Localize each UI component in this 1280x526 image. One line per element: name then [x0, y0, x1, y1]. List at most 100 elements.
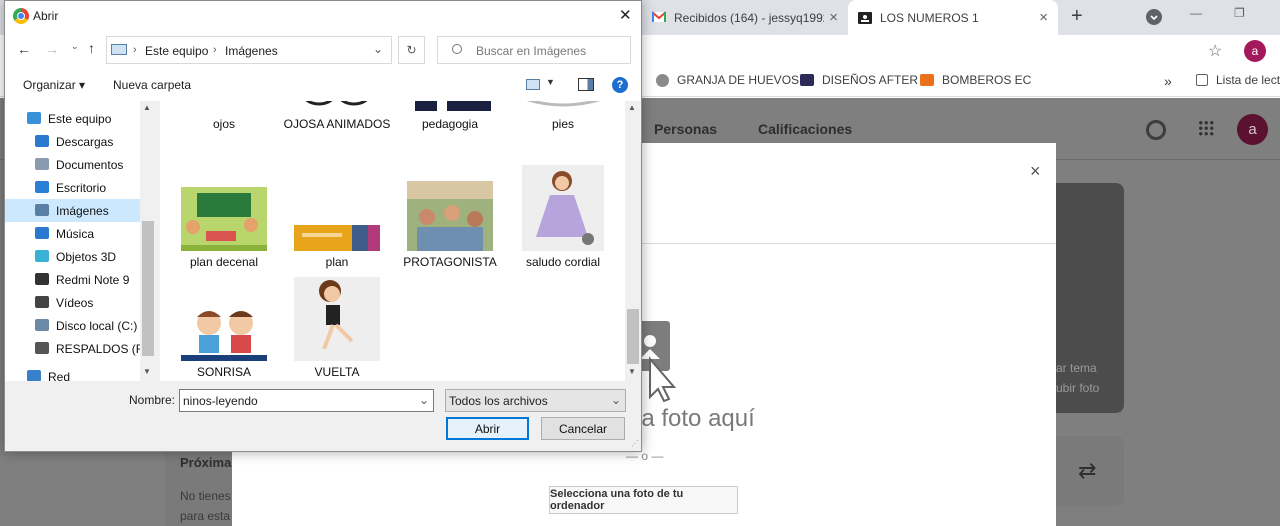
nav-item[interactable]: Redmi Note 9 — [5, 268, 142, 291]
tab-los-numeros[interactable]: LOS NUMEROS 1 × — [848, 0, 1058, 35]
recent-dropdown-icon[interactable]: ⌄ — [71, 41, 79, 52]
close-tab-icon[interactable]: × — [829, 9, 838, 26]
file-item[interactable]: plan — [281, 163, 393, 269]
class-banner: ar tema ubir foto — [1056, 183, 1124, 413]
pictures-folder-icon — [111, 44, 127, 55]
preview-pane-icon[interactable] — [578, 78, 594, 91]
file-item[interactable]: pedagogia — [394, 101, 506, 131]
filename-label: Nombre: — [129, 393, 176, 407]
refresh-icon[interactable]: ↻ — [398, 36, 425, 64]
search-input[interactable]: Buscar en Imágenes — [437, 36, 631, 64]
reading-list-icon — [1196, 74, 1208, 86]
nav-item[interactable]: Objetos 3D — [5, 245, 142, 268]
nav-item[interactable]: RESPALDOS (F:) — [5, 337, 150, 360]
file-thumbnail — [281, 273, 393, 361]
file-item[interactable]: PROTAGONISTA — [394, 163, 506, 269]
nav-item[interactable]: Documentos — [5, 153, 142, 176]
file-item[interactable]: ojos — [168, 101, 280, 131]
breadcrumb-item[interactable]: Imágenes — [225, 44, 278, 58]
file-thumbnail — [168, 163, 280, 251]
swap-icon[interactable]: ⇄ — [1078, 458, 1096, 484]
new-tab-button[interactable]: + — [1071, 5, 1083, 28]
filename-input[interactable]: ninos-leyendo ⌄ — [179, 389, 434, 412]
nav-item[interactable]: Disco local (C:) — [5, 314, 142, 337]
file-item[interactable]: SONRISA — [168, 273, 280, 379]
chevron-down-icon[interactable]: ⌄ — [373, 42, 383, 56]
close-tab-icon[interactable]: × — [1039, 9, 1048, 26]
navigation-pane: Este equipo Descargas Documentos Escritorio… — [5, 101, 155, 381]
forward-arrow-icon[interactable]: → — [45, 41, 59, 57]
tab-calificaciones[interactable]: Calificaciones — [758, 121, 852, 137]
restore-button[interactable]: ❐ — [1234, 6, 1245, 20]
select-theme-link[interactable]: ar tema — [1056, 361, 1097, 375]
filetype-select[interactable]: Todos los archivos ⌄ — [445, 389, 626, 412]
up-arrow-icon[interactable]: ↑ — [88, 40, 95, 56]
breadcrumb-item[interactable]: Este equipo — [145, 44, 208, 58]
avatar[interactable]: a — [1237, 114, 1268, 145]
tab-gmail[interactable]: Recibidos (164) - jessyq1992 × — [642, 0, 848, 35]
file-item[interactable]: plan decenal — [168, 163, 280, 269]
nav-item[interactable]: Este equipo — [5, 107, 142, 130]
reading-list-button[interactable]: Lista de lectura — [1196, 73, 1280, 87]
tab-personas[interactable]: Personas — [654, 121, 717, 137]
nav-item[interactable]: Escritorio — [5, 176, 142, 199]
drive-icon — [35, 319, 49, 331]
file-label: SONRISA — [196, 365, 251, 379]
file-item[interactable]: VUELTA — [281, 273, 393, 379]
file-label: saludo cordial — [525, 255, 601, 269]
chevron-down-icon[interactable]: ⌄ — [611, 393, 621, 407]
bookmark-star-icon[interactable]: ☆ — [1208, 41, 1222, 61]
file-thumbnail — [281, 101, 393, 113]
view-options-icon[interactable] — [526, 79, 540, 90]
bookmark-item[interactable]: BOMBEROS EC — [920, 73, 1031, 87]
network-icon — [27, 370, 41, 381]
upcoming-title: Próxima — [180, 455, 232, 470]
filename-value: ninos-leyendo — [183, 393, 258, 408]
pictures-icon — [35, 204, 49, 216]
chevron-down-icon[interactable]: ⌄ — [419, 393, 429, 407]
nav-item-label: Vídeos — [56, 295, 94, 310]
modal-close-button[interactable]: × — [1030, 161, 1041, 182]
back-arrow-icon[interactable]: ← — [17, 41, 31, 57]
tab-search-icon[interactable] — [1146, 9, 1162, 25]
help-icon[interactable]: ? — [612, 77, 628, 93]
scroll-thumb[interactable] — [627, 309, 639, 364]
navigation-scrollbar[interactable]: ▲ ▼ — [140, 101, 156, 381]
file-item[interactable]: OJOSA ANIMADOS — [281, 101, 393, 131]
bookmark-item[interactable]: DISEÑOS AFTER — [800, 73, 918, 87]
file-thumbnail — [394, 163, 506, 251]
files-scrollbar[interactable]: ▲ ▼ — [625, 101, 641, 381]
open-button[interactable]: Abrir — [446, 417, 529, 440]
bookmarks-overflow-icon[interactable]: » — [1164, 73, 1172, 89]
minimize-button[interactable]: — — [1190, 6, 1202, 20]
nav-item[interactable]: Vídeos — [5, 291, 142, 314]
nav-item-label: Documentos — [56, 157, 124, 172]
organize-button[interactable]: Organizar ▾ — [23, 78, 85, 92]
nav-item-label: Red — [48, 369, 71, 382]
cancel-button[interactable]: Cancelar — [541, 417, 625, 440]
nav-item[interactable]: Descargas — [5, 130, 142, 153]
apps-grid-icon[interactable] — [1198, 120, 1214, 136]
bookmark-label: BOMBEROS EC — [942, 73, 1032, 87]
scroll-thumb[interactable] — [142, 221, 154, 356]
file-item[interactable]: saludo cordial — [507, 163, 619, 269]
file-thumbnail — [507, 101, 619, 113]
upload-photo-link[interactable]: ubir foto — [1056, 381, 1099, 395]
avatar[interactable]: a — [1244, 40, 1266, 62]
resize-grip-icon[interactable]: ⋰ — [631, 439, 639, 448]
file-item[interactable]: pies — [507, 101, 619, 131]
dialog-close-button[interactable]: ✕ — [619, 6, 632, 24]
breadcrumb[interactable]: › Este equipo › Imágenes ⌄ — [106, 36, 392, 64]
nav-item[interactable]: Imágenes — [5, 199, 142, 222]
settings-gear-icon[interactable] — [1146, 120, 1166, 140]
nav-item-label: Este equipo — [48, 111, 112, 126]
view-dropdown-icon[interactable]: ▼ — [546, 77, 555, 87]
nav-item[interactable]: Red — [5, 365, 142, 381]
select-photo-button[interactable]: Selecciona una foto de tu ordenador — [549, 486, 738, 514]
desktop-icon — [35, 181, 49, 193]
new-folder-button[interactable]: Nueva carpeta — [113, 78, 191, 92]
nav-item-label: Redmi Note 9 — [56, 272, 130, 287]
open-file-dialog: Abrir ✕ ← → ⌄ ↑ › Este equipo › Imágenes… — [4, 0, 642, 452]
nav-item[interactable]: Música — [5, 222, 142, 245]
bookmark-item[interactable]: GRANJA DE HUEVOS — [656, 73, 799, 87]
